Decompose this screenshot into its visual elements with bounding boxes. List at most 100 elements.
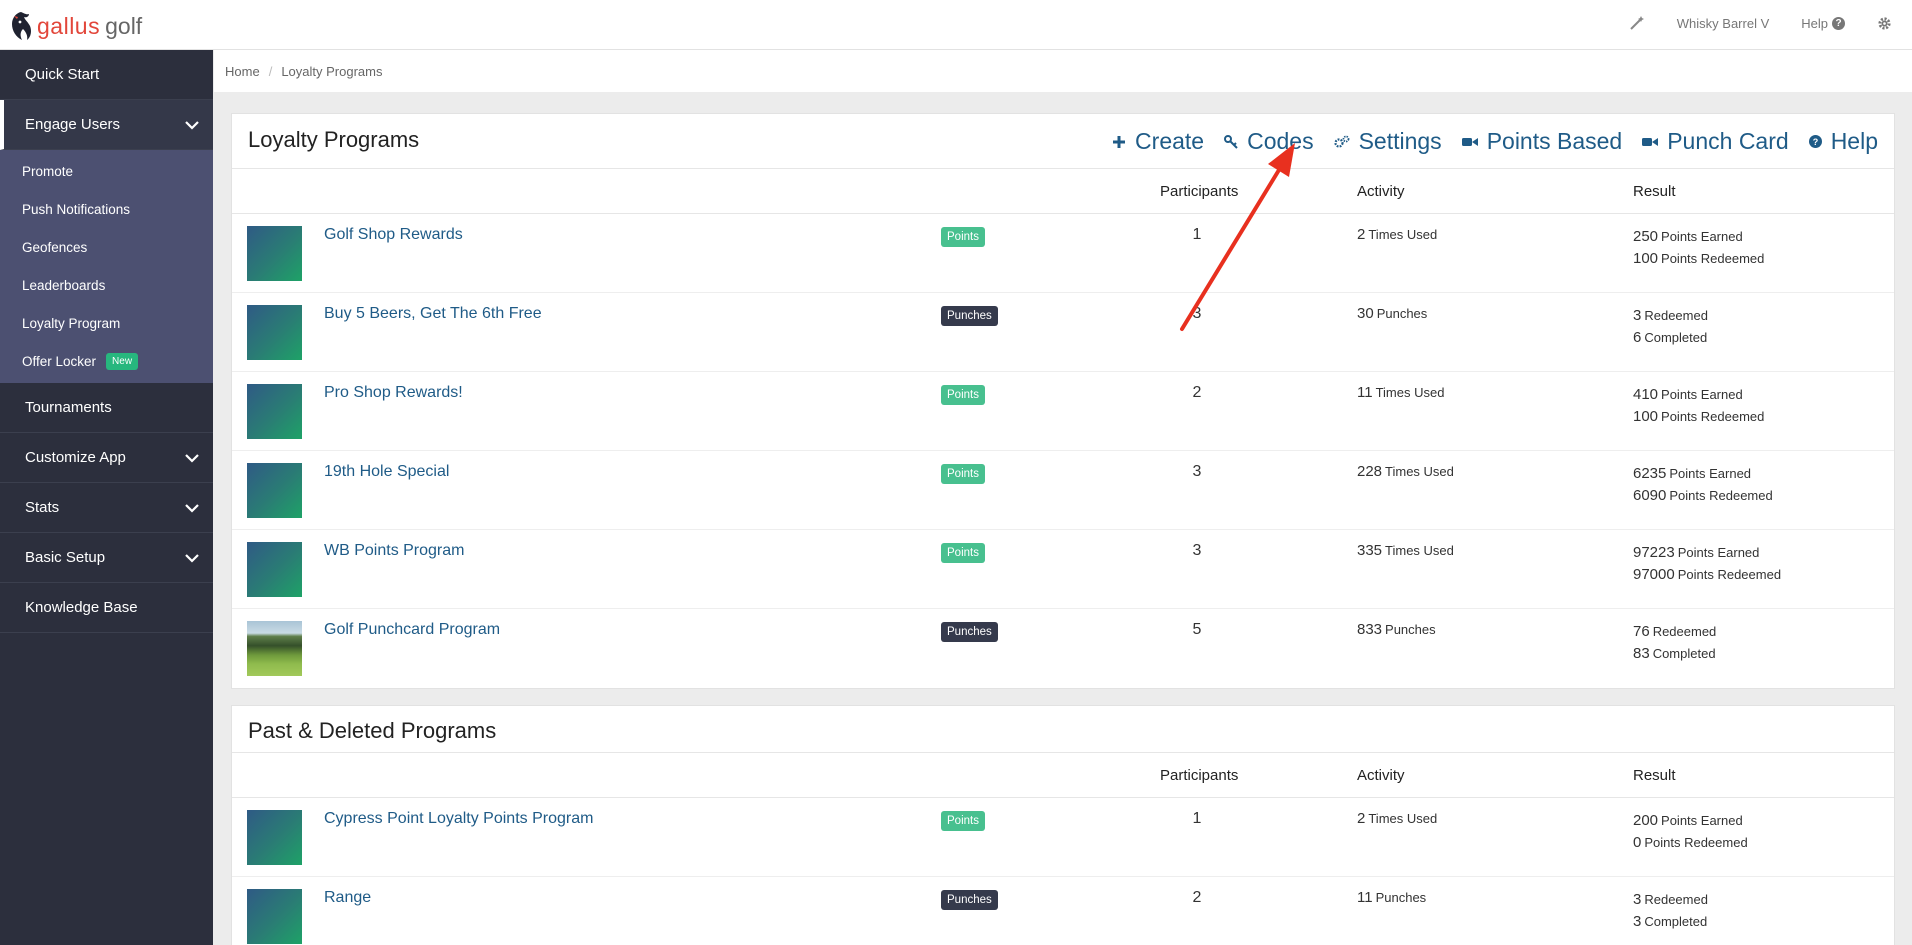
action-label: Punch Card bbox=[1667, 128, 1789, 154]
wand-icon[interactable] bbox=[1629, 15, 1645, 31]
program-name-link[interactable]: 19th Hole Special bbox=[324, 463, 449, 481]
activity-unit: Times Used bbox=[1368, 811, 1438, 826]
result-unit: Redeemed bbox=[1644, 308, 1708, 323]
sidebar-item-leaderboards[interactable]: Leaderboards bbox=[0, 266, 213, 304]
participants-count: 3 bbox=[1192, 542, 1202, 559]
sidebar-item-customize-app[interactable]: Customize App bbox=[0, 433, 213, 483]
breadcrumb-home[interactable]: Home bbox=[225, 64, 260, 79]
result-number: 100 bbox=[1633, 408, 1659, 425]
result-number: 6090 bbox=[1633, 487, 1667, 504]
result-unit: Points Redeemed bbox=[1661, 409, 1765, 424]
program-name-link[interactable]: Buy 5 Beers, Get The 6th Free bbox=[324, 305, 542, 323]
key-icon bbox=[1224, 134, 1238, 149]
chevron-down-icon bbox=[185, 453, 199, 463]
past-deleted-programs-panel: Past & Deleted Programs Participants Act… bbox=[231, 705, 1895, 945]
activity-unit: Times Used bbox=[1375, 385, 1445, 400]
logo-golf-text: golf bbox=[105, 12, 143, 39]
page-title: Loyalty Programs bbox=[248, 127, 420, 152]
result-number: 76 bbox=[1633, 623, 1650, 640]
program-type-badge: Punches bbox=[941, 622, 998, 642]
activity-unit: Punches bbox=[1376, 306, 1428, 321]
program-type-badge: Points bbox=[941, 811, 985, 831]
table-row: Golf Shop Rewards Points 1 2 Times Used 2… bbox=[232, 214, 1894, 293]
program-name-link[interactable]: Range bbox=[324, 889, 371, 907]
column-header-activity: Activity bbox=[1357, 183, 1405, 200]
program-thumbnail[interactable] bbox=[247, 810, 302, 865]
sidebar-item-knowledge-base[interactable]: Knowledge Base bbox=[0, 583, 213, 633]
activity-value: 2 Times Used bbox=[1357, 810, 1437, 827]
result-number: 100 bbox=[1633, 250, 1659, 267]
result-values: 6235 Points Earned 6090 Points Redeemed bbox=[1633, 463, 1773, 507]
program-type-badge: Punches bbox=[941, 306, 998, 326]
activity-number: 30 bbox=[1357, 305, 1374, 322]
program-type-badge: Punches bbox=[941, 890, 998, 910]
sidebar-item-quick-start[interactable]: Quick Start bbox=[0, 50, 213, 100]
sidebar-item-loyalty-program[interactable]: Loyalty Program bbox=[0, 304, 213, 342]
program-thumbnail[interactable] bbox=[247, 621, 302, 676]
sidebar-item-label: Quick Start bbox=[25, 66, 100, 83]
sidebar-item-promote[interactable]: Promote bbox=[0, 152, 213, 190]
create-button[interactable]: Create bbox=[1112, 128, 1204, 155]
result-number: 250 bbox=[1633, 228, 1659, 245]
program-name-link[interactable]: Golf Punchcard Program bbox=[324, 621, 500, 639]
column-header-participants: Participants bbox=[1160, 767, 1239, 784]
program-thumbnail[interactable] bbox=[247, 542, 302, 597]
program-thumbnail[interactable] bbox=[247, 463, 302, 518]
result-values: 3 Redeemed 3 Completed bbox=[1633, 889, 1708, 933]
video-camera-icon bbox=[1642, 137, 1659, 146]
activity-unit: Times Used bbox=[1385, 464, 1454, 479]
chevron-down-icon bbox=[185, 120, 199, 130]
breadcrumb: Home / Loyalty Programs bbox=[214, 50, 1912, 92]
engage-users-submenu: Promote Push Notifications Geofences Lea… bbox=[0, 150, 213, 383]
sidebar-item-label: Knowledge Base bbox=[25, 599, 138, 616]
result-number: 6 bbox=[1633, 329, 1642, 346]
sidebar-item-offer-locker[interactable]: Offer Locker New bbox=[0, 342, 213, 380]
table-row: Golf Punchcard Program Punches 5 833 Punc… bbox=[232, 609, 1894, 688]
codes-button[interactable]: Codes bbox=[1224, 128, 1314, 155]
result-unit: Redeemed bbox=[1652, 624, 1717, 639]
participants-count: 5 bbox=[1192, 621, 1202, 638]
result-unit: Points Redeemed bbox=[1644, 835, 1748, 850]
activity-value: 30 Punches bbox=[1357, 305, 1427, 322]
program-name-link[interactable]: WB Points Program bbox=[324, 542, 464, 560]
gear-icon[interactable] bbox=[1877, 16, 1892, 31]
program-name-link[interactable]: Golf Shop Rewards bbox=[324, 226, 463, 244]
account-menu[interactable]: Whisky Barrel V bbox=[1677, 16, 1769, 31]
table-row: Buy 5 Beers, Get The 6th Free Punches 3 … bbox=[232, 293, 1894, 372]
sidebar-item-basic-setup[interactable]: Basic Setup bbox=[0, 533, 213, 583]
help-menu[interactable]: Help ? bbox=[1801, 16, 1845, 31]
gallus-golf-logo[interactable]: gallus golf bbox=[8, 9, 142, 43]
program-name-link[interactable]: Pro Shop Rewards! bbox=[324, 384, 463, 402]
table-header: Participants Activity Result bbox=[232, 753, 1894, 798]
program-name-link[interactable]: Cypress Point Loyalty Points Program bbox=[324, 810, 593, 828]
participants-count: 2 bbox=[1192, 384, 1202, 401]
participants-count: 1 bbox=[1192, 226, 1202, 243]
participants-count: 3 bbox=[1192, 305, 1202, 322]
program-thumbnail[interactable] bbox=[247, 226, 302, 281]
result-number: 3 bbox=[1633, 913, 1642, 930]
column-header-activity: Activity bbox=[1357, 767, 1405, 784]
logo-gallus-text: gallus bbox=[37, 12, 101, 39]
program-thumbnail[interactable] bbox=[247, 889, 302, 944]
program-thumbnail[interactable] bbox=[247, 305, 302, 360]
question-circle-icon: ? bbox=[1832, 16, 1845, 30]
top-bar: gallus golf Whisky Barrel V Help ? bbox=[0, 0, 1912, 50]
sidebar-item-stats[interactable]: Stats bbox=[0, 483, 213, 533]
result-unit: Points Redeemed bbox=[1669, 488, 1773, 503]
help-button[interactable]: ? Help bbox=[1808, 128, 1878, 155]
sidebar-item-push-notifications[interactable]: Push Notifications bbox=[0, 190, 213, 228]
points-based-button[interactable]: Points Based bbox=[1461, 128, 1622, 155]
result-values: 76 Redeemed 83 Completed bbox=[1633, 621, 1716, 665]
activity-value: 833 Punches bbox=[1357, 621, 1436, 638]
punch-card-button[interactable]: Punch Card bbox=[1642, 128, 1789, 155]
program-thumbnail[interactable] bbox=[247, 384, 302, 439]
activity-unit: Punches bbox=[1375, 890, 1427, 905]
settings-button[interactable]: Settings bbox=[1333, 128, 1442, 155]
table-row: Pro Shop Rewards! Points 2 11 Times Used … bbox=[232, 372, 1894, 451]
sidebar-item-geofences[interactable]: Geofences bbox=[0, 228, 213, 266]
table-header: Participants Activity Result bbox=[232, 169, 1894, 214]
sidebar-item-engage-users[interactable]: Engage Users bbox=[0, 100, 213, 150]
sidebar-item-label: Customize App bbox=[25, 449, 126, 466]
sidebar-item-tournaments[interactable]: Tournaments bbox=[0, 383, 213, 433]
chevron-down-icon bbox=[185, 553, 199, 563]
